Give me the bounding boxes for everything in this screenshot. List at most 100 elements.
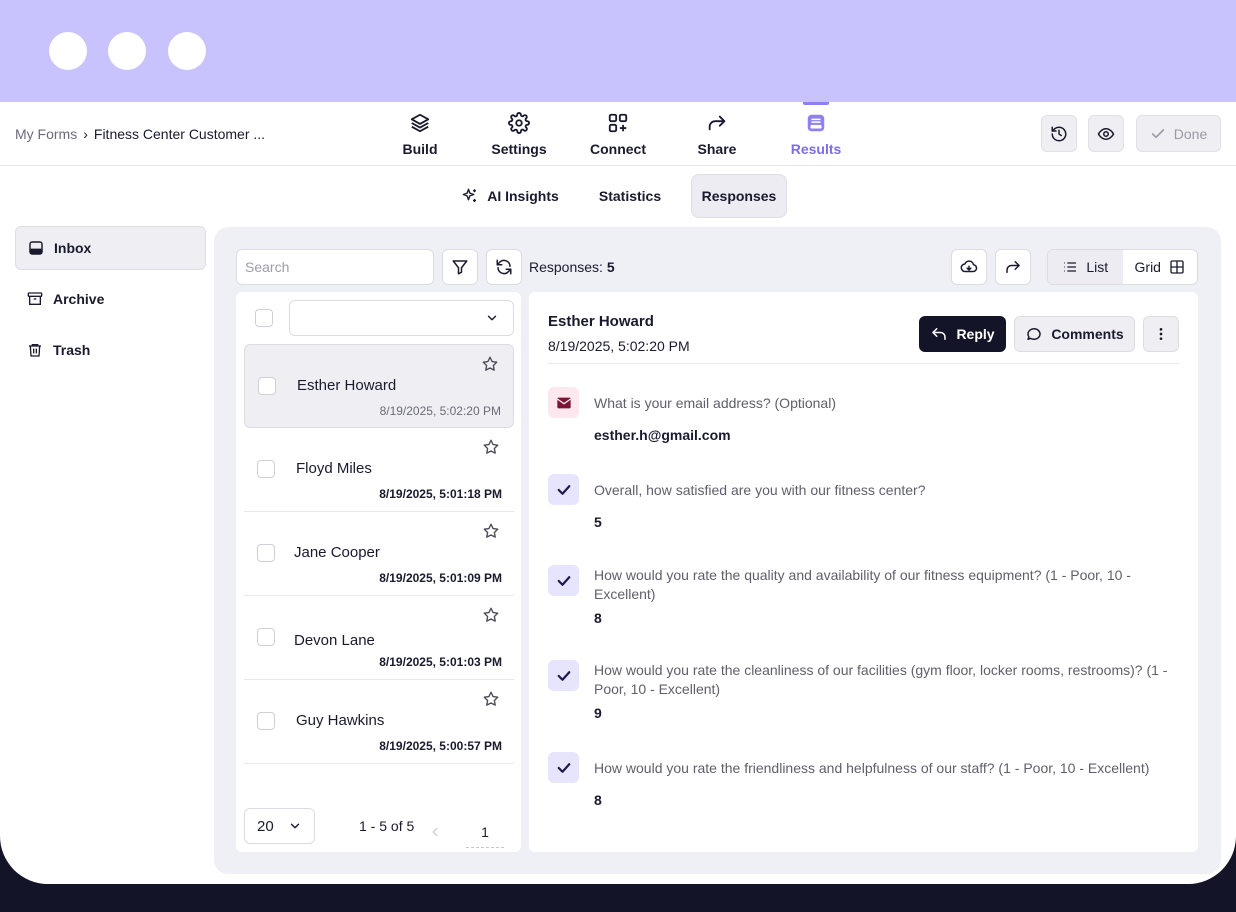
pagination-range: 1 - 5 of 5 [359,818,415,834]
detail-date: 8/19/2025, 5:02:20 PM [548,338,690,354]
view-list-button[interactable]: List [1048,250,1123,284]
sparkle-icon [462,188,477,202]
tab-share-label: Share [697,141,737,157]
eye-icon [1097,127,1115,140]
response-time: 8/19/2025, 5:01:18 PM [379,487,502,501]
select-all-checkbox[interactable] [255,309,273,327]
apps-plus-icon [608,113,628,133]
list-item[interactable]: Devon Lane 8/19/2025, 5:01:03 PM [244,596,514,680]
preview-button[interactable] [1088,115,1124,152]
star-icon[interactable] [482,438,500,456]
forward-button[interactable] [995,249,1031,285]
question-text: How would you rate the cleanliness of ou… [594,662,1168,697]
list-item[interactable]: Jane Cooper 8/19/2025, 5:01:09 PM [244,512,514,596]
checkmark-icon [548,752,579,783]
answer-value: 5 [594,514,602,530]
respondent-name: Esther Howard [297,377,397,394]
view-grid-button[interactable]: Grid [1123,250,1198,284]
sidebar-item-label: Trash [53,342,91,358]
forward-icon [1006,261,1020,273]
row-checkbox[interactable] [257,460,275,478]
chevron-left-icon[interactable] [428,825,442,839]
search-field[interactable] [236,249,434,285]
filter-button[interactable] [442,249,478,285]
checkmark-icon [548,660,579,691]
tab-results-label: Results [790,141,842,157]
reply-label: Reply [956,326,995,342]
responses-list: Esther Howard 8/19/2025, 5:02:20 PM Floy… [236,292,538,852]
page-number[interactable]: 1 [466,824,504,848]
results-subtabs: AI Insights Statistics Responses [0,174,1236,218]
refresh-icon [496,259,512,275]
sidebar-item-label: Archive [53,291,105,307]
tab-settings[interactable]: Settings [469,102,569,166]
more-vertical-icon [1159,328,1163,340]
list-item[interactable]: Esther Howard 8/19/2025, 5:02:20 PM [244,344,514,428]
sidebar-item-trash[interactable]: Trash [15,328,206,372]
breadcrumb-root[interactable]: My Forms [15,126,77,142]
star-icon[interactable] [481,355,499,373]
response-time: 8/19/2025, 5:00:57 PM [379,739,502,753]
question-text: How would you rate the quality and avail… [594,567,1131,602]
row-checkbox[interactable] [257,544,275,562]
list-item[interactable]: Floyd Miles 8/19/2025, 5:01:18 PM [244,428,514,512]
layers-icon [410,113,430,133]
done-button[interactable]: Done [1136,115,1221,152]
response-time: 8/19/2025, 5:02:20 PM [379,404,501,418]
answer-value: 8 [594,792,602,808]
sidebar-item-inbox[interactable]: Inbox [15,226,206,270]
archive-icon [27,292,43,305]
grid-icon [1170,260,1184,274]
breadcrumb-separator: › [83,126,88,142]
responses-count: Responses: 5 [529,259,615,275]
response-detail: Esther Howard 8/19/2025, 5:02:20 PM Repl… [529,292,1198,852]
window-title-bar [0,0,1236,102]
responses-count-value: 5 [606,259,615,275]
subtab-statistics-label: Statistics [598,188,662,204]
subtab-statistics[interactable]: Statistics [589,174,671,218]
history-button[interactable] [1041,115,1077,152]
breadcrumb: My Forms › Fitness Center Customer ... [15,126,265,142]
tab-share[interactable]: Share [667,102,767,166]
tab-build[interactable]: Build [370,102,470,166]
download-button[interactable] [951,249,987,285]
window-close-dot[interactable] [49,32,87,70]
row-checkbox[interactable] [257,712,275,730]
tab-results[interactable]: Results [766,102,866,166]
subtab-responses[interactable]: Responses [691,174,787,218]
reply-button[interactable]: Reply [919,316,1006,352]
view-grid-label: Grid [1134,259,1161,275]
subtab-responses-label: Responses [701,188,777,204]
question-text: What is your email address? (Optional) [594,395,836,411]
tab-connect[interactable]: Connect [568,102,668,166]
checkmark-icon [548,565,579,596]
search-input[interactable] [245,259,426,275]
app-window: My Forms › Fitness Center Customer ... Bui… [0,0,1236,884]
trash-icon [29,344,41,357]
breadcrumb-current: Fitness Center Customer ... [93,126,266,142]
row-checkbox[interactable] [258,377,276,395]
question-text: How would you rate the friendliness and … [594,760,1150,776]
view-toggle: List Grid [1047,249,1198,285]
bulk-action-select[interactable] [289,300,514,336]
subtab-ai-insights[interactable]: AI Insights [454,174,566,218]
window-minimize-dot[interactable] [108,32,146,70]
question-text: Overall, how satisfied are you with our … [594,482,926,498]
star-icon[interactable] [482,690,500,708]
row-checkbox[interactable] [257,628,275,646]
list-icon [1064,262,1077,272]
more-options-button[interactable] [1143,316,1179,352]
comments-button[interactable]: Comments [1014,316,1135,352]
window-maximize-dot[interactable] [168,32,206,70]
comment-icon [1027,328,1041,340]
page-size-select[interactable]: 20 [244,808,315,844]
checkmark-icon [548,474,579,505]
star-icon[interactable] [482,522,500,540]
sidebar-item-archive[interactable]: Archive [15,277,206,321]
tab-connect-label: Connect [590,141,646,157]
respondent-name: Devon Lane [294,632,375,649]
refresh-button[interactable] [486,249,522,285]
list-item[interactable]: Guy Hawkins 8/19/2025, 5:00:57 PM [244,680,514,764]
respondent-name: Floyd Miles [296,460,372,477]
star-icon[interactable] [482,606,500,624]
